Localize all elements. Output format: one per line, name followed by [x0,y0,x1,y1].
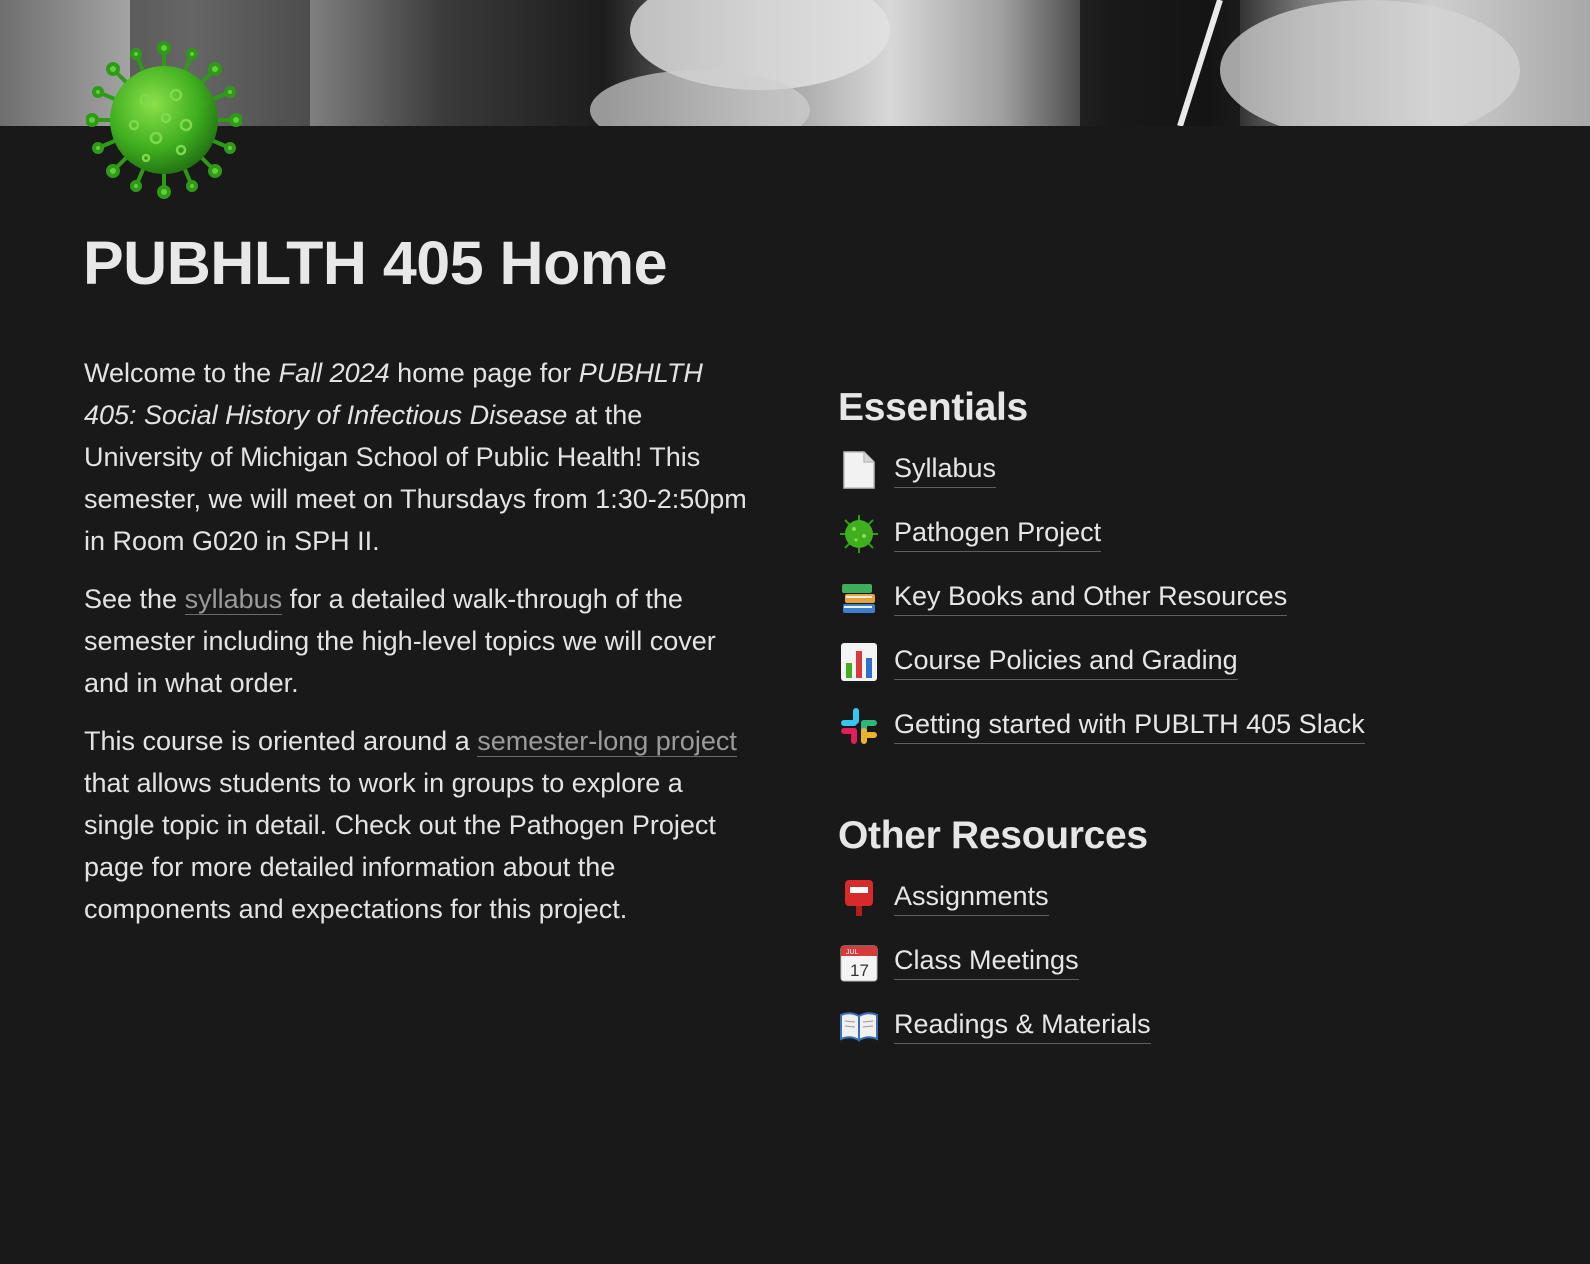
page-title: PUBHLTH 405 Home [83,229,668,297]
semester-long-project-link[interactable]: semester-long project [477,726,737,757]
page-icon [838,449,880,491]
link-class-meetings[interactable]: JUL 17 Class Meetings [838,940,1538,984]
link-key-books[interactable]: Key Books and Other Resources [838,576,1538,620]
bar-chart-icon [838,641,880,683]
intro-paragraph-2: See the syllabus for a detailed walk-thr… [84,584,716,698]
open-book-icon [838,1005,880,1047]
mailbox-icon [838,877,880,919]
link-slack[interactable]: Getting started with PUBLTH 405 Slack [838,704,1538,748]
link-label[interactable]: Assignments [894,881,1049,916]
other-resources-heading: Other Resources [838,814,1148,857]
link-course-policies[interactable]: Course Policies and Grading [838,640,1538,684]
link-pathogen-project[interactable]: Pathogen Project [838,512,1538,556]
link-label[interactable]: Getting started with PUBLTH 405 Slack [894,709,1365,744]
books-icon [838,577,880,619]
calendar-icon: JUL 17 [838,941,880,983]
link-label[interactable]: Pathogen Project [894,517,1102,552]
virus-icon [838,513,880,555]
calendar-month: JUL [846,949,859,956]
other-resources-section: Other Resources Assignments JUL 17 Class… [838,814,1538,1068]
syllabus-link[interactable]: syllabus [184,584,283,615]
link-label[interactable]: Syllabus [894,453,997,488]
essentials-heading: Essentials [838,386,1028,429]
slack-icon [838,705,880,747]
intro-paragraph-3: This course is oriented around a semeste… [84,726,737,924]
link-readings-materials[interactable]: Readings & Materials [838,1004,1538,1048]
calendar-day: 17 [850,961,869,980]
link-assignments[interactable]: Assignments [838,876,1538,920]
link-label[interactable]: Course Policies and Grading [894,645,1238,680]
link-label[interactable]: Key Books and Other Resources [894,581,1288,616]
intro-text: Welcome to the Fall 2024 home page for P… [84,352,754,946]
intro-paragraph-1: Welcome to the Fall 2024 home page for P… [84,358,747,556]
link-label[interactable]: Readings & Materials [894,1009,1151,1044]
essentials-section: Essentials Syllabus Pathogen Project Key… [838,386,1538,768]
virus-icon [85,40,243,200]
link-label[interactable]: Class Meetings [894,945,1079,980]
link-syllabus[interactable]: Syllabus [838,448,1538,492]
